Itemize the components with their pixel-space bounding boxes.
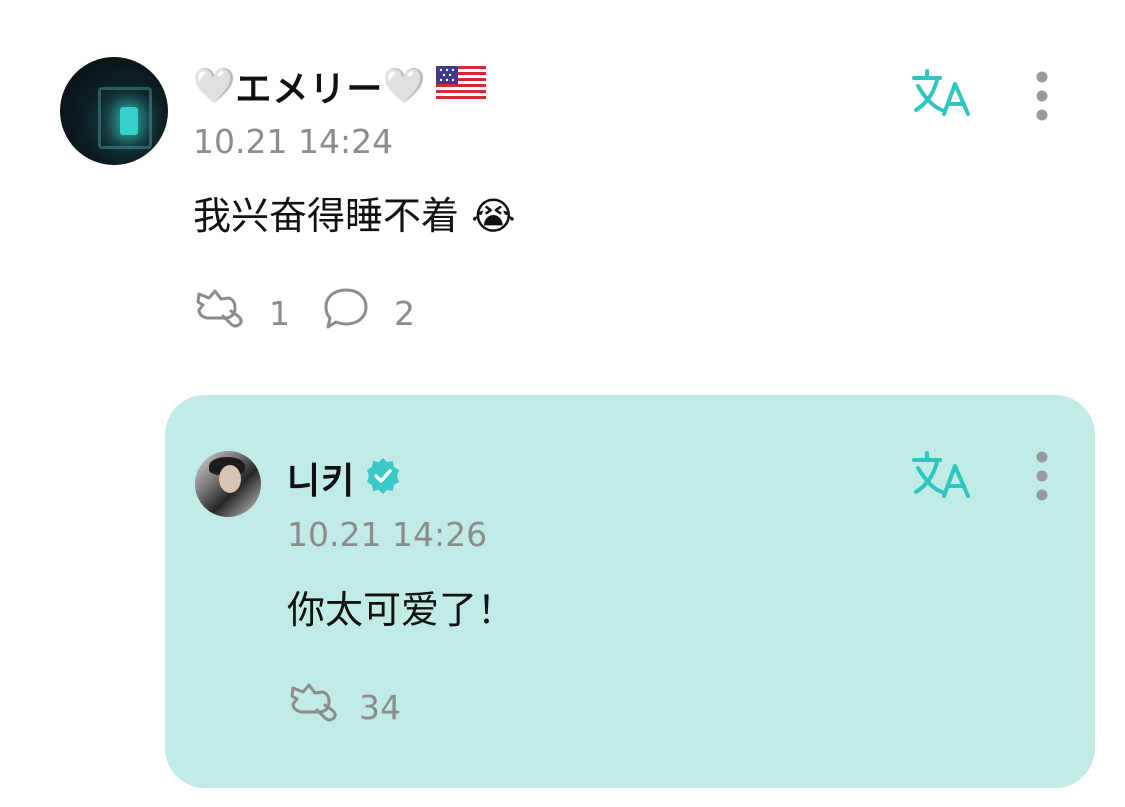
reply-more-options-button[interactable] xyxy=(1030,448,1054,504)
reply-text: 你太可爱了！ xyxy=(287,588,516,632)
reply-author-label: 니키 xyxy=(287,461,356,502)
reply-like-count: 34 xyxy=(359,687,401,727)
us-flag-icon xyxy=(435,66,486,106)
comment-button[interactable] xyxy=(322,286,372,340)
reply-avatar[interactable] xyxy=(195,451,261,517)
comment-bubble-icon xyxy=(324,288,368,329)
reply-actions: 34 xyxy=(287,683,433,730)
translate-button[interactable] xyxy=(910,66,974,118)
reply-like-button[interactable] xyxy=(287,680,341,734)
white-heart-icon: 🤍 xyxy=(383,66,426,106)
more-vertical-icon xyxy=(1036,71,1048,121)
reply-author-name[interactable]: 니키 xyxy=(287,452,403,504)
translate-icon xyxy=(912,451,970,498)
reply-timestamp: 10.21 14:26 xyxy=(287,515,488,554)
post-author-name[interactable]: 🤍 エメリー 🤍 xyxy=(193,58,486,114)
like-hand-icon xyxy=(196,289,243,328)
post-text: 我兴奋得睡不着 😭 xyxy=(193,194,516,238)
reply-translate-button[interactable] xyxy=(910,448,974,500)
like-count: 1 xyxy=(269,293,290,333)
translate-icon xyxy=(912,69,970,116)
white-heart-icon: 🤍 xyxy=(193,66,236,106)
avatar[interactable] xyxy=(60,57,168,165)
post-timestamp: 10.21 14:24 xyxy=(193,122,394,161)
post-actions: 1 2 xyxy=(193,288,447,336)
more-options-button[interactable] xyxy=(1030,68,1054,124)
like-button[interactable] xyxy=(193,286,247,340)
more-vertical-icon xyxy=(1036,451,1048,501)
like-hand-icon xyxy=(290,683,337,722)
verified-badge-icon xyxy=(363,456,403,500)
comment-count: 2 xyxy=(394,293,415,333)
author-name-label: エメリー xyxy=(235,69,384,110)
